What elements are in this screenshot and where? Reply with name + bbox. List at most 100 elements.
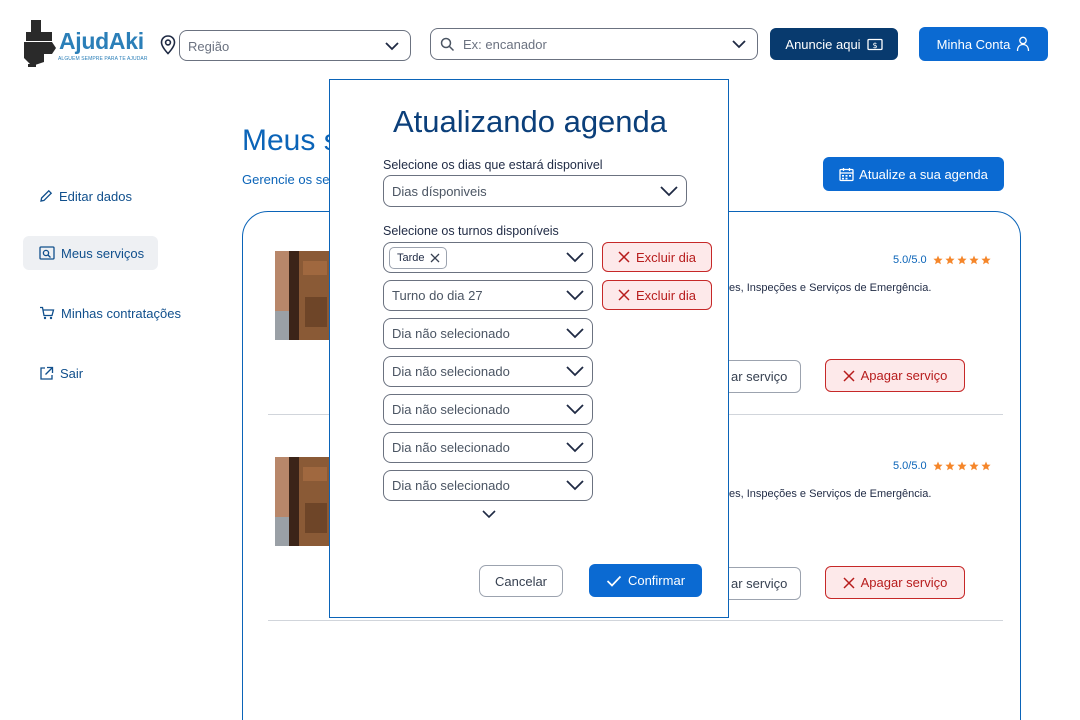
- delete-service-label: Apagar serviço: [860, 368, 948, 383]
- star-icon: [969, 461, 979, 471]
- search-document-icon: [39, 246, 55, 260]
- chevron-down-icon: [566, 290, 584, 301]
- advertise-button[interactable]: Anuncie aqui $: [770, 28, 898, 60]
- days-select-placeholder: Dias dísponiveis: [392, 184, 487, 199]
- account-button-label: Minha Conta: [936, 36, 1011, 52]
- delete-day-label: Excluir dia: [636, 249, 696, 265]
- update-schedule-button[interactable]: Atualize a sua agenda: [823, 157, 1004, 191]
- divider: [268, 620, 1003, 621]
- chevron-down-icon: [385, 42, 399, 51]
- sidebar-item-label: Editar dados: [59, 188, 132, 204]
- edit-service-label: ar serviço: [731, 576, 788, 591]
- sidebar-item-label: Meus serviços: [61, 245, 145, 261]
- chevron-down-icon: [566, 252, 584, 263]
- show-more-chevron-icon[interactable]: [481, 508, 497, 520]
- rating-stars: [933, 461, 991, 471]
- confirm-button-label: Confirmar: [627, 573, 686, 588]
- edit-service-label: ar serviço: [731, 369, 788, 384]
- shift-select[interactable]: Tarde: [383, 242, 593, 273]
- delete-service-button[interactable]: Apagar serviço: [825, 566, 965, 599]
- service-image: [275, 457, 331, 546]
- shifts-label: Selecione os turnos disponíveis: [383, 224, 559, 238]
- search-icon: [440, 37, 455, 52]
- service-description: es, Inspeções e Serviços de Emergência.: [729, 488, 932, 500]
- service-description: es, Inspeções e Serviços de Emergência.: [729, 282, 932, 294]
- region-select[interactable]: Região: [179, 30, 411, 61]
- shift-chip[interactable]: Tarde: [389, 247, 447, 269]
- calendar-icon: [839, 167, 854, 181]
- close-icon: [843, 576, 855, 589]
- update-schedule-modal: Atualizando agenda Selecione os dias que…: [329, 79, 729, 618]
- shift-select[interactable]: Dia não selecionado: [383, 318, 593, 349]
- shift-chip-label: Tarde: [397, 252, 425, 264]
- star-icon: [957, 255, 967, 265]
- service-image: [275, 251, 331, 340]
- service-rating: 5.0/5.0: [893, 254, 991, 266]
- shift-select-value: Dia não selecionado: [392, 478, 510, 493]
- days-select[interactable]: Dias dísponiveis: [383, 175, 687, 207]
- account-button[interactable]: Minha Conta: [919, 27, 1048, 61]
- shift-select-value: Turno do dia 27: [392, 288, 483, 303]
- sidebar-item-my-services[interactable]: Meus serviços: [23, 236, 158, 270]
- user-icon: [1017, 36, 1030, 52]
- location-pin-icon: [160, 35, 176, 55]
- rating-stars: [933, 255, 991, 265]
- rating-value: 5.0/5.0: [893, 254, 927, 266]
- close-icon: [618, 251, 630, 263]
- delete-day-button[interactable]: Excluir dia: [602, 242, 712, 272]
- external-link-icon: [40, 366, 54, 380]
- logo-tagline: ALGUEM SEMPRE PARA TE AJUDAR: [58, 56, 148, 62]
- rating-value: 5.0/5.0: [893, 460, 927, 472]
- advertise-button-label: Anuncie aqui: [785, 36, 861, 52]
- chevron-down-icon: [566, 328, 584, 339]
- chevron-down-icon: [566, 404, 584, 415]
- cancel-button[interactable]: Cancelar: [479, 565, 563, 597]
- search-input[interactable]: Ex: encanador: [430, 28, 758, 60]
- delete-service-label: Apagar serviço: [860, 575, 948, 590]
- chevron-down-icon: [732, 40, 746, 49]
- days-label: Selecione os dias que estará disponivel: [383, 158, 603, 172]
- cart-icon: [40, 306, 55, 320]
- shift-select[interactable]: Dia não selecionado: [383, 432, 593, 463]
- star-icon: [981, 461, 991, 471]
- sidebar-item-label: Sair: [60, 365, 84, 381]
- chevron-down-icon: [660, 186, 678, 197]
- cancel-button-label: Cancelar: [494, 573, 548, 589]
- shift-select[interactable]: Turno do dia 27: [383, 280, 593, 311]
- logo[interactable]: AjudAki ALGUEM SEMPRE PARA TE AJUDAR: [22, 18, 154, 70]
- region-select-value: Região: [188, 39, 230, 54]
- delete-service-button[interactable]: Apagar serviço: [825, 359, 965, 392]
- chevron-down-icon: [566, 366, 584, 377]
- confirm-button[interactable]: Confirmar: [589, 564, 702, 597]
- star-icon: [981, 255, 991, 265]
- page-subtitle: Gerencie os se: [242, 172, 330, 187]
- check-icon: [606, 575, 622, 587]
- close-icon[interactable]: [430, 253, 440, 263]
- star-icon: [945, 461, 955, 471]
- close-icon: [843, 369, 855, 382]
- page-title: Meus s: [242, 124, 339, 157]
- pencil-icon: [40, 189, 53, 202]
- star-icon: [933, 255, 943, 265]
- money-icon: $: [866, 38, 883, 50]
- update-schedule-label: Atualize a sua agenda: [859, 166, 988, 182]
- search-placeholder: Ex: encanador: [463, 37, 547, 52]
- star-icon: [933, 461, 943, 471]
- delete-day-button[interactable]: Excluir dia: [602, 280, 712, 310]
- shift-select[interactable]: Dia não selecionado: [383, 356, 593, 387]
- shift-select[interactable]: Dia não selecionado: [383, 394, 593, 425]
- close-icon: [618, 289, 630, 301]
- service-rating: 5.0/5.0: [893, 460, 991, 472]
- sidebar-item-label: Minhas contratações: [61, 305, 181, 321]
- shift-select-value: Dia não selecionado: [392, 326, 510, 341]
- star-icon: [957, 461, 967, 471]
- sidebar-item-logout[interactable]: Sair: [23, 356, 83, 390]
- logo-text: AjudAki: [59, 28, 144, 54]
- svg-text:$: $: [872, 41, 877, 50]
- sidebar-item-my-hires[interactable]: Minhas contratações: [23, 296, 181, 330]
- sidebar-item-edit-data[interactable]: Editar dados: [23, 179, 132, 213]
- shift-select-value: Dia não selecionado: [392, 440, 510, 455]
- shift-select-value: Dia não selecionado: [392, 402, 510, 417]
- shift-select[interactable]: Dia não selecionado: [383, 470, 593, 501]
- modal-title: Atualizando agenda: [392, 104, 668, 139]
